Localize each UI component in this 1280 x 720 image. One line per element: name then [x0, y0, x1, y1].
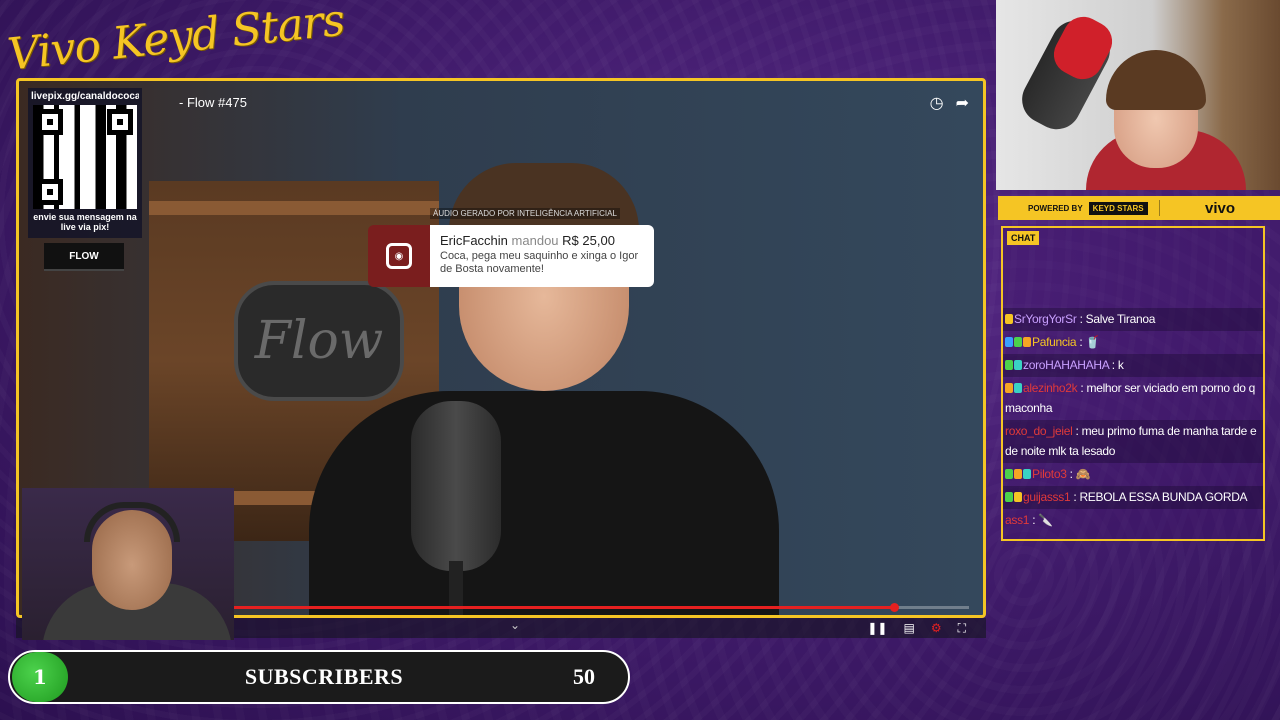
chat-badge-icon — [1023, 469, 1031, 479]
chat-message: Piloto3 : 🙈 — [1003, 463, 1263, 486]
donation-alert: ◉ EricFacchin mandou R$ 25,00 Coca, pega… — [368, 225, 654, 287]
pix-url[interactable]: livepix.gg/canaldococa — [31, 91, 139, 102]
subscriber-goal-bar: 1 SUBSCRIBERS 50 — [8, 650, 630, 704]
share-icon[interactable]: ➦ — [956, 93, 969, 113]
chat-message: Pafuncia : 🥤 — [1003, 331, 1263, 354]
chevron-down-icon[interactable]: ⌄ — [510, 618, 520, 632]
settings-icon[interactable]: ⚙ — [931, 621, 942, 635]
chat-badge-icon — [1005, 469, 1013, 479]
keyd-stars-logo: KEYD STARS — [1088, 201, 1148, 215]
chat-message: zoroHAHAHAHA : k — [1003, 354, 1263, 377]
chat-message: guijasss1 : REBOLA ESSA BUNDA GORDA — [1003, 486, 1263, 509]
donation-user: EricFacchin — [440, 233, 508, 248]
chat-username[interactable]: roxo_do_jeiel — [1005, 424, 1073, 438]
chat-text: 🔪 — [1038, 513, 1053, 527]
chat-badge-icon — [1005, 492, 1013, 502]
chat-badge-icon — [1005, 337, 1013, 347]
chat-badge-icon — [1014, 383, 1022, 393]
livepix-icon: ◉ — [368, 225, 430, 287]
chat-badge-icon — [1023, 337, 1031, 347]
video-scene-host — [309, 121, 779, 615]
chat-text: 🙈 — [1075, 467, 1091, 481]
donation-amount: R$ 25,00 — [562, 233, 615, 248]
chat-username[interactable]: ass1 — [1005, 513, 1029, 527]
chat-panel[interactable]: CHAT SrYorgYorSr : Salve Tiranoa Pafuncia… — [1001, 226, 1265, 541]
headset-icon — [84, 502, 180, 542]
video-top-actions: ◷ ➦ — [930, 93, 969, 113]
chat-badge-icon — [1005, 314, 1013, 324]
donation-message: Coca, pega meu saquinho e xinga o Igor d… — [440, 250, 639, 275]
chat-text: k — [1117, 358, 1124, 372]
chat-badge-icon — [1014, 492, 1022, 502]
video-scene-microphone — [411, 401, 501, 571]
chat-badge-icon — [1005, 360, 1013, 370]
powered-by-label: POWERED BY — [1028, 203, 1083, 213]
chat-username[interactable]: Pafuncia — [1032, 335, 1077, 349]
chat-username[interactable]: guijasss1 — [1023, 490, 1071, 504]
chat-badge-icon — [1014, 337, 1022, 347]
chat-message: ass1 : 🔪 — [1005, 513, 1053, 527]
subscriber-count: 1 — [12, 652, 68, 702]
streamer-webcam — [996, 0, 1280, 190]
powered-by-bar: POWERED BY KEYD STARS vivo — [998, 196, 1280, 220]
subscriber-label: SUBSCRIBERS — [244, 664, 404, 689]
pause-icon[interactable]: ❚❚ — [867, 621, 887, 635]
chat-badge-icon — [1005, 383, 1013, 393]
chat-username[interactable]: SrYorgYorSr — [1014, 312, 1077, 326]
chat-username[interactable]: zoroHAHAHAHA — [1023, 358, 1109, 372]
qr-code-image — [33, 105, 137, 209]
chat-text: REBOLA ESSA BUNDA GORDA — [1079, 490, 1248, 504]
video-title: - Flow #475 — [179, 95, 247, 110]
chat-badge-icon — [1014, 469, 1022, 479]
subscriber-goal: 50 — [573, 664, 595, 689]
chat-text: 🥤 — [1085, 335, 1101, 349]
chat-message-list[interactable]: SrYorgYorSr : Salve Tiranoa Pafuncia : 🥤 z… — [1003, 308, 1263, 532]
chat-message: alezinho2k : melhor ser viciado em porno… — [1005, 381, 1255, 415]
chat-text: Salve Tiranoa — [1085, 312, 1156, 326]
vivo-logo: vivo — [1204, 199, 1235, 217]
pix-qr-panel: livepix.gg/canaldococa envie sua mensage… — [28, 88, 142, 238]
video-progress-knob[interactable] — [890, 603, 900, 612]
chat-username[interactable]: alezinho2k — [1023, 381, 1078, 395]
pix-caption: envie sua mensagem na live via pix! — [33, 212, 137, 232]
chat-message: SrYorgYorSr : Salve Tiranoa — [1003, 308, 1263, 331]
flow-tag: FLOW — [44, 243, 124, 271]
fullscreen-icon[interactable]: ⛶ — [958, 621, 966, 636]
donation-verb: mandou — [511, 233, 559, 248]
chat-badge-icon — [1014, 360, 1022, 370]
streamer-webcam-small — [22, 488, 234, 640]
chat-message: roxo_do_jeiel : meu primo fuma de manha … — [1003, 420, 1263, 463]
clock-icon[interactable]: ◷ — [930, 93, 944, 113]
chat-username[interactable]: Piloto3 — [1032, 467, 1067, 481]
chat-tag: CHAT — [1007, 231, 1040, 245]
captions-icon[interactable]: ▤ — [903, 621, 914, 635]
ai-audio-note: ÁUDIO GERADO POR INTELIGÊNCIA ARTIFICIAL — [430, 208, 620, 219]
